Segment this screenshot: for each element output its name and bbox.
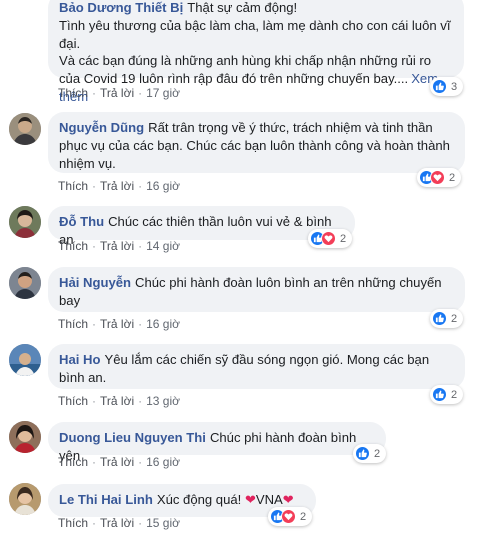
heart-emoji: ❤ bbox=[282, 492, 294, 507]
comment-actions: Thích · Trả lời · 15 giờ bbox=[58, 516, 180, 530]
separator: · bbox=[92, 455, 97, 469]
reaction-summary[interactable]: 2 bbox=[268, 507, 313, 526]
avatar[interactable] bbox=[9, 267, 41, 299]
comment-timestamp[interactable]: 15 giờ bbox=[146, 516, 180, 530]
reply-link[interactable]: Trả lời bbox=[100, 179, 134, 193]
love-icon bbox=[321, 231, 336, 246]
comment-author[interactable]: Nguyễn Dũng bbox=[59, 120, 144, 135]
comment-bubble: Duong Lieu Nguyen Thi Chúc phi hành đoàn … bbox=[48, 422, 386, 463]
avatar[interactable] bbox=[9, 113, 41, 145]
reaction-summary[interactable]: 2 bbox=[308, 229, 353, 248]
comment-author[interactable]: Le Thi Hai Linh bbox=[59, 492, 153, 507]
comment-timestamp[interactable]: 14 giờ bbox=[146, 239, 180, 253]
love-icon bbox=[281, 509, 296, 524]
comment-timestamp[interactable]: 17 giờ bbox=[146, 86, 180, 100]
reply-link[interactable]: Trả lời bbox=[100, 394, 134, 408]
reply-link[interactable]: Trả lời bbox=[100, 239, 134, 253]
comment-text: Yêu lắm các chiến sỹ đầu sóng ngọn gió. … bbox=[59, 352, 430, 385]
avatar[interactable] bbox=[9, 421, 41, 453]
comment-bubble: Hải Nguyễn Chúc phi hành đoàn luôn bình a… bbox=[48, 267, 465, 312]
comment-author[interactable]: Duong Lieu Nguyen Thi bbox=[59, 430, 206, 445]
reaction-count: 2 bbox=[340, 232, 347, 245]
like-icon bbox=[432, 387, 447, 402]
separator: · bbox=[138, 239, 143, 253]
reaction-count: 2 bbox=[374, 447, 381, 460]
comment-text: Tình yêu thương của bậc làm cha, làm mẹ … bbox=[59, 17, 451, 51]
separator: · bbox=[92, 179, 97, 193]
separator: · bbox=[92, 394, 97, 408]
comment-actions: Thích · Trả lời · 17 giờ bbox=[58, 86, 180, 100]
comment-actions: Thích · Trả lời · 16 giờ bbox=[58, 455, 180, 469]
reply-link[interactable]: Trả lời bbox=[100, 516, 134, 530]
reaction-summary[interactable]: 2 bbox=[430, 385, 464, 404]
separator: · bbox=[92, 86, 97, 100]
reaction-count: 2 bbox=[300, 510, 307, 523]
reaction-summary[interactable]: 2 bbox=[430, 309, 464, 328]
like-icon bbox=[432, 311, 447, 326]
like-link[interactable]: Thích bbox=[58, 394, 88, 408]
avatar[interactable] bbox=[9, 344, 41, 376]
comment-author[interactable]: Bảo Dương Thiết Bị bbox=[59, 0, 183, 15]
comment-author[interactable]: Hải Nguyễn bbox=[59, 275, 131, 290]
comment-text: Và các bạn đúng là những anh hùng khi ch… bbox=[59, 53, 432, 87]
comment-bubble: Bảo Dương Thiết Bị Thật sự cảm động! Tình… bbox=[48, 0, 464, 104]
comment-author[interactable]: Đỗ Thu bbox=[59, 214, 104, 229]
like-link[interactable]: Thích bbox=[58, 86, 88, 100]
reply-link[interactable]: Trả lời bbox=[100, 455, 134, 469]
separator: · bbox=[138, 394, 143, 408]
comment-actions: Thích · Trả lời · 14 giờ bbox=[58, 239, 180, 253]
comment-bubble: Hai Ho Yêu lắm các chiến sỹ đầu sóng ngọn… bbox=[48, 344, 465, 389]
reaction-count: 3 bbox=[451, 80, 458, 93]
reaction-summary[interactable]: 3 bbox=[430, 77, 464, 96]
reaction-count: 2 bbox=[449, 171, 456, 184]
comment-author[interactable]: Hai Ho bbox=[59, 352, 100, 367]
comment-timestamp[interactable]: 13 giờ bbox=[146, 394, 180, 408]
reaction-summary[interactable]: 2 bbox=[417, 168, 462, 187]
heart-emoji: ❤ bbox=[244, 492, 256, 507]
reaction-count: 2 bbox=[451, 388, 458, 401]
separator: · bbox=[138, 179, 143, 193]
comment-actions: Thích · Trả lời · 16 giờ bbox=[58, 179, 180, 193]
avatar[interactable] bbox=[9, 206, 41, 238]
comment-text: Thật sự cảm động! bbox=[187, 0, 298, 15]
reaction-summary[interactable]: 2 bbox=[353, 444, 387, 463]
comment-text: Xúc động quá! bbox=[156, 492, 242, 507]
like-link[interactable]: Thích bbox=[58, 516, 88, 530]
separator: · bbox=[92, 239, 97, 253]
reaction-count: 2 bbox=[451, 312, 458, 325]
comment-actions: Thích · Trả lời · 13 giờ bbox=[58, 394, 180, 408]
separator: · bbox=[138, 86, 143, 100]
separator: · bbox=[138, 317, 143, 331]
like-icon bbox=[432, 79, 447, 94]
avatar[interactable] bbox=[9, 483, 41, 515]
comment-text: VNA bbox=[255, 492, 283, 507]
reply-link[interactable]: Trả lời bbox=[100, 86, 134, 100]
separator: · bbox=[138, 455, 143, 469]
like-icon bbox=[355, 446, 370, 461]
like-link[interactable]: Thích bbox=[58, 317, 88, 331]
like-link[interactable]: Thích bbox=[58, 179, 88, 193]
like-link[interactable]: Thích bbox=[58, 239, 88, 253]
separator: · bbox=[138, 516, 143, 530]
separator: · bbox=[92, 317, 97, 331]
separator: · bbox=[92, 516, 97, 530]
comment-timestamp[interactable]: 16 giờ bbox=[146, 179, 180, 193]
comment-timestamp[interactable]: 16 giờ bbox=[146, 455, 180, 469]
comment-actions: Thích · Trả lời · 16 giờ bbox=[58, 317, 180, 331]
love-icon bbox=[430, 170, 445, 185]
like-link[interactable]: Thích bbox=[58, 455, 88, 469]
comment-timestamp[interactable]: 16 giờ bbox=[146, 317, 180, 331]
comment-bubble: Nguyễn Dũng Rất trân trọng về ý thức, trá… bbox=[48, 112, 465, 173]
reply-link[interactable]: Trả lời bbox=[100, 317, 134, 331]
